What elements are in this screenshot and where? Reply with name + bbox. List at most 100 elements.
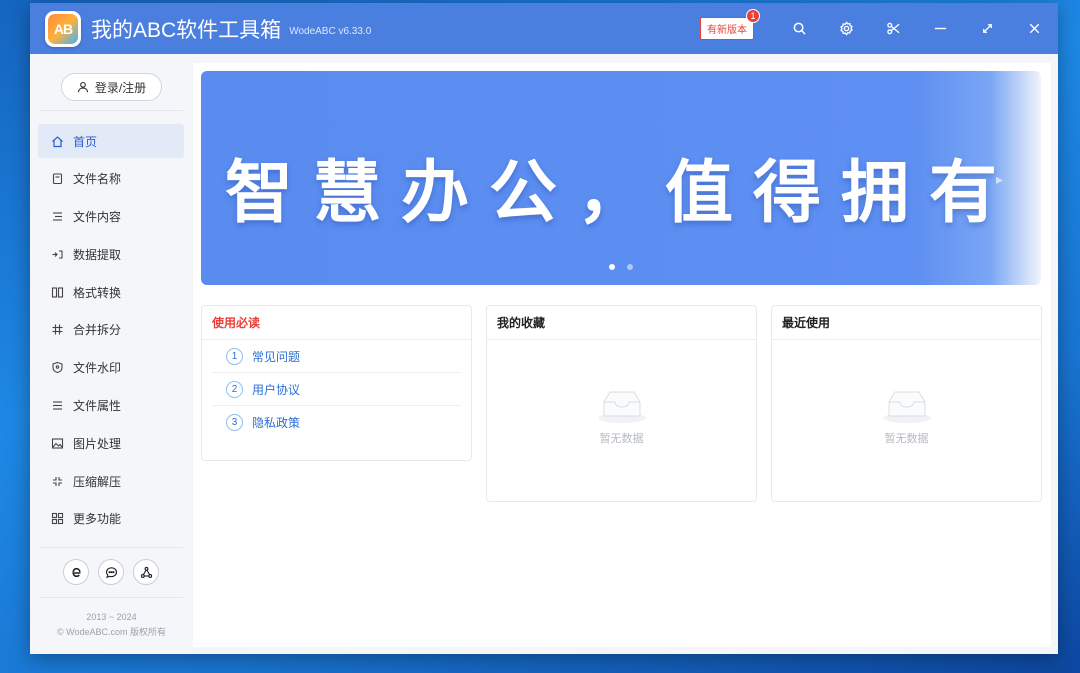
sidebar-item-label: 格式转换 <box>73 285 122 300</box>
guide-item-number: 1 <box>226 347 243 365</box>
sidebar-item-more-features[interactable]: 更多功能 <box>38 502 184 536</box>
close-button[interactable] <box>1011 3 1058 54</box>
sidebar-item-image-process[interactable]: 图片处理 <box>38 426 184 460</box>
promo-banner[interactable]: ◂ 智慧办公，值得拥有 ▸ <box>201 71 1041 285</box>
recent-card: 最近使用 暂无数据 <box>771 305 1042 502</box>
share-button[interactable] <box>133 559 159 585</box>
home-icon <box>52 135 63 147</box>
notification-badge: 1 <box>746 9 760 23</box>
guide-item-number: 3 <box>226 414 243 431</box>
sidebar-item-label: 文件属性 <box>73 399 122 414</box>
main-content: ◂ 智慧办公，值得拥有 ▸ 使用必读 1 常见问题 2 用户协议 3 隐私政策 … <box>193 63 1051 647</box>
file-name-icon <box>52 173 63 185</box>
empty-text: 暂无数据 <box>599 433 644 445</box>
copyright-text: © WodeABC.com 版权所有 <box>57 627 166 637</box>
chat-bubble-icon <box>105 566 117 578</box>
ie-browser-icon <box>71 567 81 577</box>
title-bar[interactable]: AB 我的ABC软件工具箱 WodeABC v6.33.0 有新版本 1 <box>30 3 1058 54</box>
social-links <box>63 559 159 585</box>
sidebar-item-format-convert[interactable]: 格式转换 <box>38 275 184 309</box>
new-version-button[interactable]: 有新版本 1 <box>700 9 760 40</box>
sidebar: 登录/注册 首页 文件名称 文件内容 数据提取 格式转换 合并拆分 文件水印 文… <box>30 54 193 654</box>
sidebar-item-label: 更多功能 <box>73 512 122 527</box>
sidebar-item-label: 合并拆分 <box>73 323 122 338</box>
guide-list: 1 常见问题 2 用户协议 3 隐私政策 <box>202 340 471 439</box>
guide-item-label: 隐私政策 <box>252 416 301 430</box>
share-network-icon <box>140 566 152 578</box>
sidebar-item-label: 数据提取 <box>73 247 122 262</box>
guide-item-user-agreement[interactable]: 2 用户协议 <box>212 373 461 406</box>
sidebar-item-home[interactable]: 首页 <box>38 124 184 158</box>
new-version-label: 有新版本 <box>707 25 747 36</box>
compress-icon <box>53 476 62 486</box>
divider <box>40 547 183 548</box>
scissors-icon <box>887 22 900 35</box>
sidebar-item-file-content[interactable]: 文件内容 <box>38 200 184 234</box>
guide-item-label: 常见问题 <box>252 349 301 364</box>
guide-item-number: 2 <box>226 380 243 398</box>
data-extract-icon <box>52 250 63 259</box>
app-window: AB 我的ABC软件工具箱 WodeABC v6.33.0 有新版本 1 登录/… <box>30 3 1058 654</box>
empty-box-icon <box>597 391 646 423</box>
guide-item-privacy-policy[interactable]: 3 隐私政策 <box>212 406 461 439</box>
guide-item-label: 用户协议 <box>252 382 301 397</box>
login-button[interactable]: 登录/注册 <box>61 73 162 101</box>
watermark-icon <box>52 362 63 374</box>
close-icon <box>1029 23 1040 34</box>
sidebar-item-label: 文件名称 <box>73 172 122 187</box>
sidebar-item-compress[interactable]: 压缩解压 <box>38 464 184 498</box>
sidebar-item-watermark[interactable]: 文件水印 <box>38 351 184 385</box>
maximize-button[interactable] <box>964 3 1011 54</box>
sidebar-item-data-extract[interactable]: 数据提取 <box>38 237 184 271</box>
search-icon <box>793 22 806 35</box>
app-logo-mark: AB <box>48 13 78 44</box>
banner-dot[interactable] <box>609 264 615 270</box>
sidebar-item-label: 文件水印 <box>73 361 122 376</box>
favorites-card-title: 我的收藏 <box>487 306 756 340</box>
sidebar-nav: 首页 文件名称 文件内容 数据提取 格式转换 合并拆分 文件水印 文件属性 图片… <box>38 124 184 540</box>
app-version: WodeABC v6.33.0 <box>289 26 372 37</box>
file-content-icon <box>53 212 62 221</box>
screenshot-button[interactable] <box>870 3 917 54</box>
sidebar-item-file-name[interactable]: 文件名称 <box>38 162 184 196</box>
recent-card-title: 最近使用 <box>772 306 1041 340</box>
sidebar-item-file-property[interactable]: 文件属性 <box>38 389 184 423</box>
file-property-icon <box>53 401 62 410</box>
banner-dot[interactable] <box>627 264 633 270</box>
login-label: 登录/注册 <box>94 80 147 95</box>
favorites-card: 我的收藏 暂无数据 <box>486 305 757 502</box>
expand-icon <box>983 24 992 33</box>
empty-state: 暂无数据 <box>772 388 1041 446</box>
banner-slogan: 智慧办公，值得拥有 <box>224 154 1017 233</box>
divider <box>40 597 183 598</box>
app-title: 我的ABC软件工具箱 <box>91 18 282 42</box>
sidebar-item-label: 压缩解压 <box>73 474 122 489</box>
divider <box>40 110 183 111</box>
search-button[interactable] <box>776 3 823 54</box>
guide-item-faq[interactable]: 1 常见问题 <box>212 340 461 373</box>
empty-box-icon <box>882 391 931 423</box>
sidebar-item-label: 首页 <box>73 134 98 149</box>
sidebar-item-label: 文件内容 <box>73 210 122 225</box>
gear-icon <box>840 21 853 36</box>
merge-split-icon <box>52 324 63 335</box>
settings-button[interactable] <box>823 3 870 54</box>
image-process-icon <box>51 438 64 449</box>
empty-text: 暂无数据 <box>884 433 929 445</box>
chat-support-button[interactable] <box>98 559 124 585</box>
banner-pagination <box>201 264 1041 270</box>
minimize-button[interactable] <box>917 3 964 54</box>
minimize-icon <box>934 27 947 30</box>
guide-card: 使用必读 1 常见问题 2 用户协议 3 隐私政策 <box>201 305 472 461</box>
banner-next-icon[interactable]: ▸ <box>996 171 1003 188</box>
sidebar-item-label: 图片处理 <box>73 436 122 451</box>
user-icon <box>77 81 88 93</box>
empty-state: 暂无数据 <box>487 388 756 446</box>
app-logo: AB <box>45 10 81 47</box>
sidebar-item-merge-split[interactable]: 合并拆分 <box>38 313 184 347</box>
guide-card-title: 使用必读 <box>202 306 471 340</box>
copyright-years: 2013 ~ 2024 <box>86 612 137 622</box>
copyright: 2013 ~ 2024 © WodeABC.com 版权所有 <box>30 610 193 640</box>
format-convert-icon <box>51 287 64 298</box>
browser-link-button[interactable] <box>63 559 89 585</box>
